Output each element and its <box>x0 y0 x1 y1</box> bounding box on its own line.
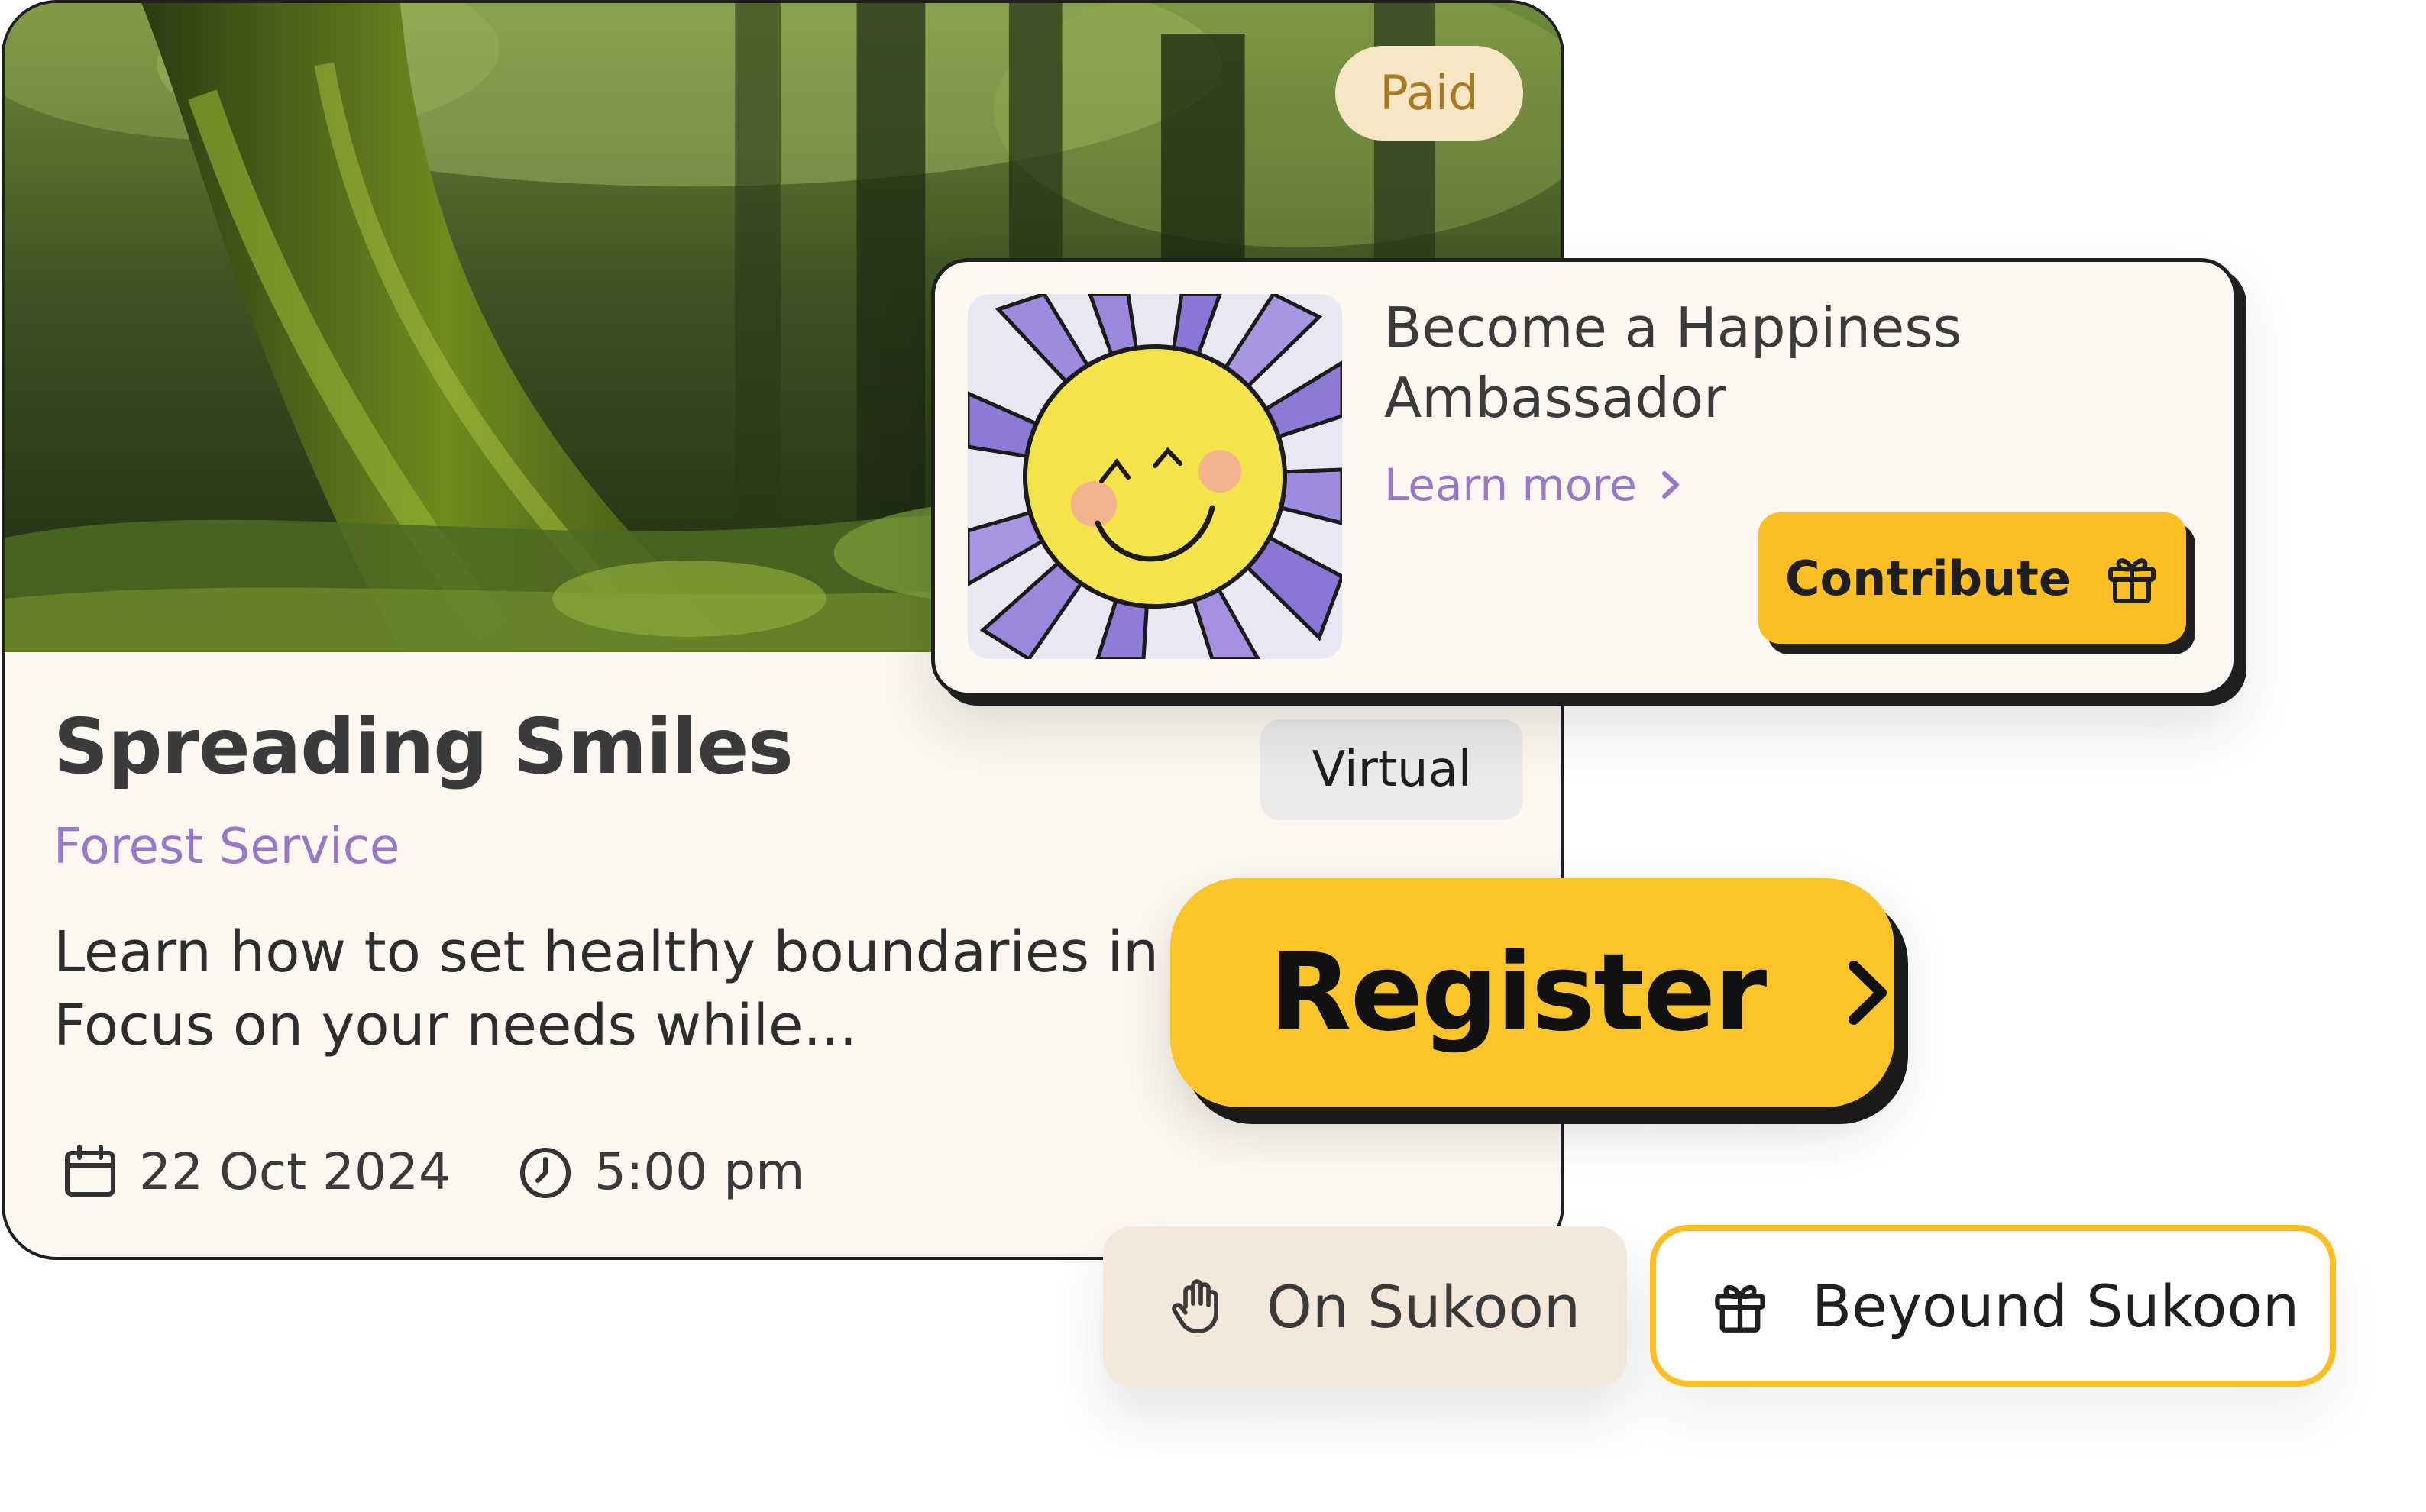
clock-icon <box>515 1141 576 1202</box>
gift-icon <box>2104 551 2159 606</box>
event-meta: 22 Oct 2024 5:00 pm <box>60 1141 804 1202</box>
event-organizer[interactable]: Forest Service <box>53 819 399 875</box>
event-time-text: 5:00 pm <box>594 1142 805 1201</box>
event-date: 22 Oct 2024 <box>60 1141 451 1202</box>
contribute-button[interactable]: Contribute <box>1758 512 2186 644</box>
register-button[interactable]: Register <box>1170 878 1894 1107</box>
description-line: Focus on your needs while... <box>53 993 858 1058</box>
learn-more-link[interactable]: Learn more <box>1384 459 1686 511</box>
hand-icon <box>1166 1276 1227 1337</box>
chevron-right-icon <box>1655 466 1686 504</box>
mode-badge: Virtual <box>1260 719 1523 820</box>
contribute-label: Contribute <box>1785 550 2071 606</box>
beyond-sukoon-label: Beyound Sukoon <box>1812 1271 2299 1340</box>
chevron-right-icon <box>1842 951 1895 1035</box>
event-title: Spreading Smiles <box>53 702 794 791</box>
on-sukoon-label: On Sukoon <box>1266 1272 1581 1341</box>
on-sukoon-tab[interactable]: On Sukoon <box>1103 1226 1627 1387</box>
event-time: 5:00 pm <box>515 1141 804 1202</box>
beyond-sukoon-tab[interactable]: Beyound Sukoon <box>1650 1225 2336 1387</box>
ambassador-image <box>968 294 1342 659</box>
event-date-text: 22 Oct 2024 <box>139 1142 451 1201</box>
event-description: Learn how to set healthy boundaries in r… <box>53 916 1234 1062</box>
ambassador-title: Become a Happiness Ambassador <box>1384 296 1962 430</box>
description-line: Learn how to set healthy boundaries in r… <box>53 919 1234 985</box>
paid-badge: Paid <box>1335 46 1523 141</box>
register-label: Register <box>1270 930 1767 1055</box>
ambassador-card[interactable]: Become a Happiness Ambassador Learn more… <box>931 258 2237 696</box>
calendar-icon <box>60 1141 121 1202</box>
learn-more-label: Learn more <box>1384 459 1637 511</box>
gift-icon <box>1711 1277 1769 1335</box>
